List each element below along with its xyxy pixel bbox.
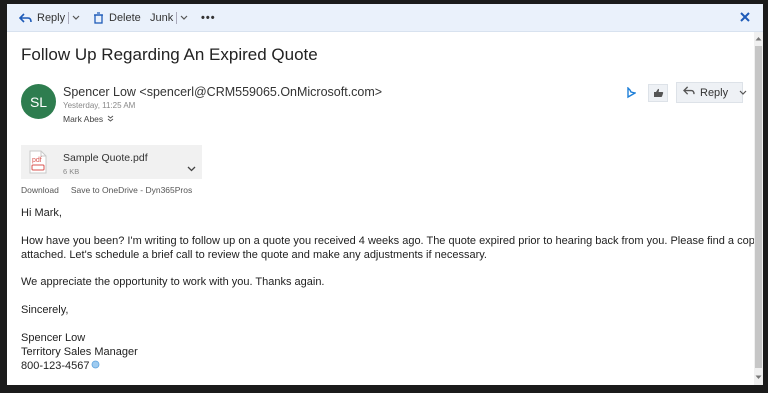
signature-phone: 800-123-4567	[21, 359, 100, 373]
signature-name: Spencer Low	[21, 332, 86, 344]
avatar-initials: SL	[29, 93, 48, 110]
delete-button[interactable]: Delete	[93, 10, 141, 26]
reply-toolbar-label: Reply	[37, 12, 66, 24]
junk-button[interactable]: Junk	[150, 10, 188, 26]
email-date: Yesterday, 11:25 AM	[63, 101, 136, 110]
delete-label: Delete	[109, 12, 141, 24]
junk-label: Junk	[150, 12, 174, 24]
reply-icon	[19, 12, 32, 24]
toolbar-separator	[176, 12, 178, 24]
pdf-file-icon: pdf	[29, 150, 47, 179]
trash-icon	[93, 12, 104, 24]
phone-number[interactable]: 800-123-4567	[21, 359, 90, 373]
chevron-down-icon[interactable]	[72, 15, 80, 21]
more-icon: •••	[201, 12, 216, 24]
scroll-down-icon[interactable]	[754, 373, 763, 381]
scroll-up-icon[interactable]	[754, 35, 763, 43]
avatar[interactable]: SL	[21, 84, 56, 119]
closing: Sincerely,	[21, 304, 69, 316]
reply-button[interactable]: Reply	[676, 82, 747, 103]
reply-toolbar-button[interactable]: Reply	[19, 10, 80, 26]
chevron-down-icon[interactable]	[180, 15, 188, 21]
signature-title: Territory Sales Manager	[21, 346, 138, 358]
body-paragraph: We appreciate the opportunity to work wi…	[21, 276, 325, 288]
body-paragraph-line: attached. Let's schedule a brief call to…	[21, 249, 487, 261]
chevron-down-icon[interactable]	[187, 159, 196, 177]
bing-icon[interactable]	[621, 84, 641, 102]
attachment-name: Sample Quote.pdf	[63, 152, 148, 164]
close-button[interactable]	[739, 10, 751, 28]
attachment-size: 6 KB	[63, 167, 80, 176]
greeting: Hi Mark,	[21, 207, 62, 219]
call-icon[interactable]	[91, 359, 100, 373]
chevron-down-icon[interactable]	[739, 87, 747, 99]
attachment-card[interactable]: pdf Sample Quote.pdf 6 KB	[21, 145, 202, 179]
reply-icon	[683, 86, 695, 99]
toolbar-separator	[68, 12, 70, 24]
like-button[interactable]	[648, 84, 668, 102]
email-subject: Follow Up Regarding An Expired Quote	[21, 45, 318, 64]
scrollbar-thumb[interactable]	[755, 46, 762, 368]
thumbs-up-icon	[653, 88, 663, 97]
attachment-actions: Download Save to OneDrive - Dyn365Pros	[21, 185, 192, 195]
email-window: Reply Delete Junk ••• Follow Up Regardin…	[7, 4, 763, 385]
recipient[interactable]: Mark Abes	[63, 114, 114, 124]
expand-recipients-icon[interactable]	[107, 114, 114, 124]
scrollbar[interactable]	[754, 32, 763, 385]
reply-button-label: Reply	[700, 86, 729, 99]
recipient-name: Mark Abes	[63, 114, 104, 124]
close-icon	[740, 12, 750, 22]
body-paragraph-line: How have you been? I'm writing to follow…	[21, 235, 761, 247]
download-link[interactable]: Download	[21, 185, 59, 195]
sender-name[interactable]: Spencer Low <spencerl@CRM559065.OnMicros…	[63, 85, 382, 99]
save-to-onedrive-link[interactable]: Save to OneDrive - Dyn365Pros	[71, 185, 192, 195]
pdf-icon-label: pdf	[32, 157, 42, 164]
toolbar: Reply Delete Junk •••	[7, 4, 763, 32]
more-options-button[interactable]: •••	[201, 10, 216, 26]
